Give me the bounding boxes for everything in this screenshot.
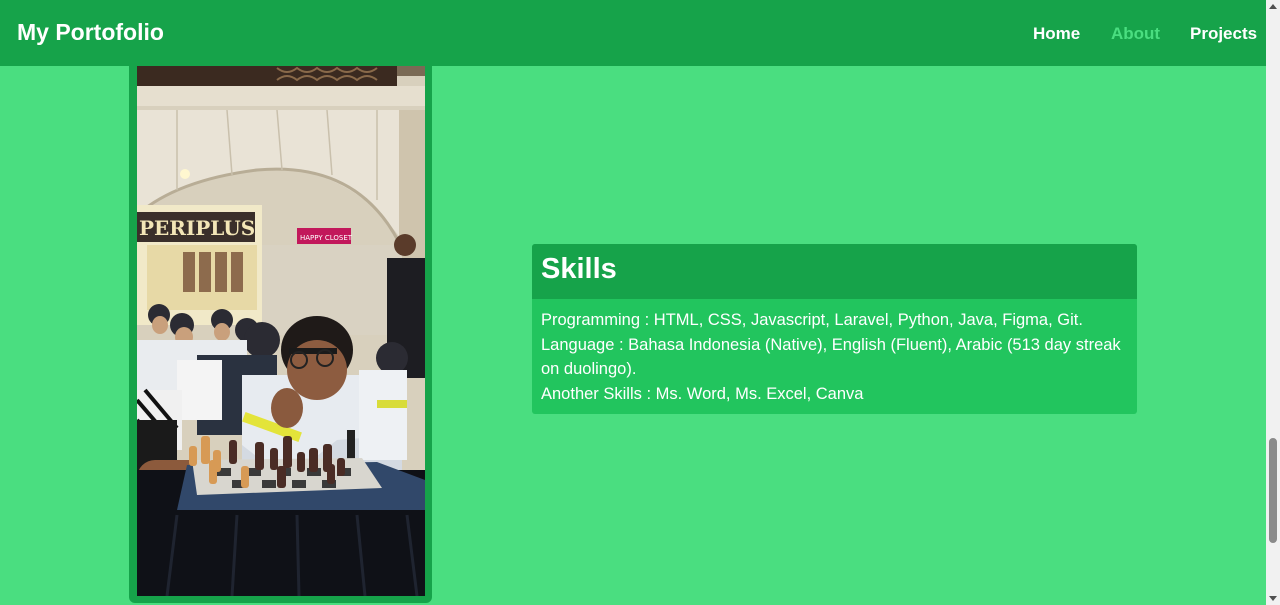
profile-photo: PERIPLUS HAPPY CLOSET	[137, 40, 425, 596]
nav-link-about[interactable]: About	[1111, 24, 1160, 44]
page: My Portofolio Home About Projects PERIPL…	[0, 0, 1266, 605]
site-brand[interactable]: My Portofolio	[17, 19, 164, 46]
skills-other: Another Skills : Ms. Word, Ms. Excel, Ca…	[541, 384, 864, 403]
nav-link-home[interactable]: Home	[1033, 24, 1080, 44]
skills-card-body: Programming : HTML, CSS, Javascript, Lar…	[541, 308, 1131, 406]
profile-photo-frame: PERIPLUS HAPPY CLOSET	[129, 40, 432, 603]
chess-tournament-photo: PERIPLUS HAPPY CLOSET	[137, 40, 425, 596]
scroll-down-arrow-icon[interactable]	[1269, 596, 1277, 601]
skills-title: Skills	[541, 253, 617, 285]
skills-programming: Programming : HTML, CSS, Javascript, Lar…	[541, 311, 1083, 329]
scroll-up-arrow-icon[interactable]	[1269, 4, 1277, 9]
skills-card-header: Skills	[532, 244, 1137, 299]
store-sign-text: PERIPLUS	[139, 216, 255, 240]
shop-sign-text: HAPPY CLOSET	[300, 234, 353, 242]
navbar: My Portofolio Home About Projects	[0, 0, 1266, 66]
nav-link-projects[interactable]: Projects	[1190, 24, 1257, 44]
scroll-thumb[interactable]	[1269, 438, 1277, 543]
vertical-scrollbar[interactable]	[1266, 0, 1280, 605]
skills-language: Language : Bahasa Indonesia (Native), En…	[541, 335, 1121, 379]
skills-card: Skills Programming : HTML, CSS, Javascri…	[532, 244, 1137, 414]
